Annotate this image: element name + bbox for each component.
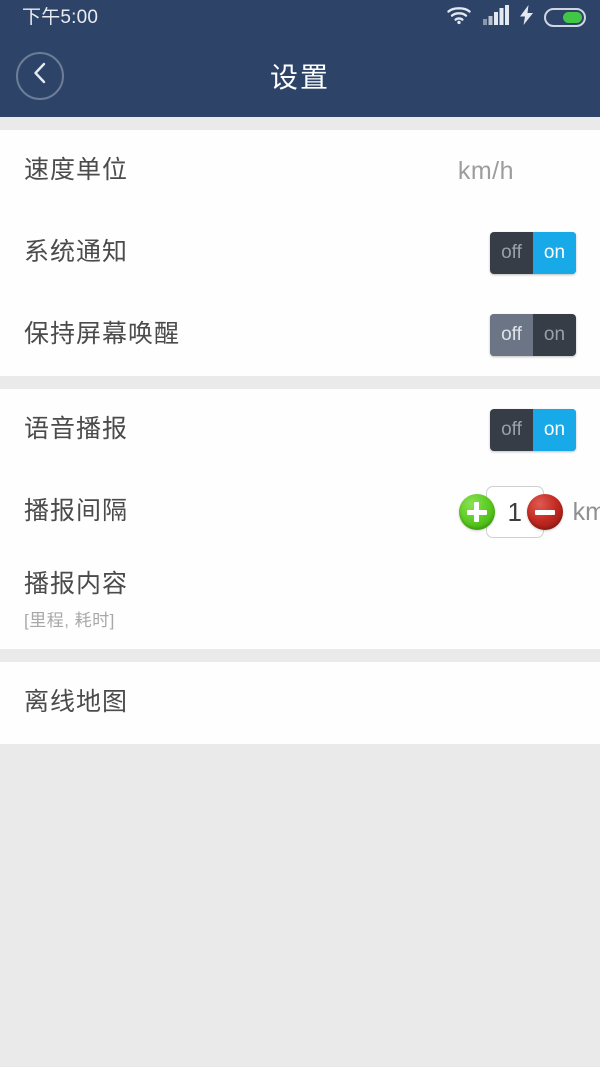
battery-level-fill (563, 11, 582, 23)
speed-unit-value: km/h (457, 156, 514, 185)
minus-circle-icon[interactable] (526, 494, 563, 530)
toggle-off-segment[interactable]: off (490, 314, 533, 356)
keep-screen-awake-toggle[interactable]: off on (490, 314, 576, 356)
row-label: 速度单位 (24, 156, 129, 185)
system-notification-toggle[interactable]: off on (490, 232, 576, 274)
toggle-off-segment[interactable]: off (490, 232, 533, 274)
row-label: 保持屏幕唤醒 (24, 320, 181, 349)
toggle-on-segment[interactable]: on (533, 314, 576, 356)
plus-circle-icon[interactable] (458, 494, 495, 530)
row-label: 语音播报 (24, 415, 129, 444)
row-label: 系统通知 (24, 238, 129, 267)
settings-screen: 下午5:00 设置 速度单位 km/h 系统通知 off on 保持屏幕唤醒 o… (0, 0, 600, 1067)
signal-icon (483, 4, 509, 30)
row-keep-screen-awake[interactable]: 保持屏幕唤醒 off on (0, 294, 600, 376)
row-keep-screen-awake-labels: 保持屏幕唤醒 (24, 321, 180, 349)
title-bar: 设置 (0, 34, 600, 117)
row-broadcast-interval[interactable]: 播报间隔 1 km (0, 471, 600, 553)
row-offline-map-labels: 离线地图 (24, 689, 128, 717)
row-speed-unit[interactable]: 速度单位 km/h (0, 130, 600, 212)
toggle-on-segment[interactable]: on (533, 409, 576, 451)
back-button[interactable] (16, 51, 64, 100)
row-label: 离线地图 (24, 688, 129, 717)
battery-icon (544, 7, 586, 27)
settings-group-general: 速度单位 km/h 系统通知 off on 保持屏幕唤醒 off on (0, 130, 600, 376)
row-sublabel: [里程, 耗时] (24, 610, 115, 630)
status-bar: 下午5:00 (0, 0, 600, 34)
broadcast-interval-unit: km (572, 497, 600, 526)
toggle-on-segment[interactable]: on (533, 232, 576, 274)
row-voice-broadcast[interactable]: 语音播报 off on (0, 389, 600, 471)
status-time: 下午5:00 (22, 6, 99, 28)
row-label: 播报间隔 (24, 497, 129, 526)
toggle-off-segment[interactable]: off (490, 409, 533, 451)
row-label: 播报内容 (24, 570, 129, 599)
row-broadcast-interval-labels: 播报间隔 (24, 498, 128, 526)
row-system-notification-labels: 系统通知 (24, 239, 128, 267)
status-icons (446, 4, 586, 30)
settings-group-map: 离线地图 (0, 662, 600, 744)
row-broadcast-content[interactable]: 播报内容 [里程, 耗时] (0, 553, 600, 649)
broadcast-interval-stepper: 1 km (458, 486, 600, 538)
row-broadcast-content-labels: 播报内容 [里程, 耗时] (24, 571, 128, 631)
wifi-icon (446, 5, 472, 30)
page-title: 设置 (269, 61, 330, 93)
row-speed-unit-labels: 速度单位 (24, 157, 128, 185)
row-offline-map[interactable]: 离线地图 (0, 662, 600, 744)
row-voice-broadcast-labels: 语音播报 (24, 416, 128, 444)
voice-broadcast-toggle[interactable]: off on (490, 409, 576, 451)
charging-bolt-icon (520, 4, 533, 30)
section-gap-top (0, 117, 600, 130)
chevron-left-icon (30, 61, 50, 90)
row-system-notification[interactable]: 系统通知 off on (0, 212, 600, 294)
section-gap-map (0, 649, 600, 662)
settings-group-voice: 语音播报 off on 播报间隔 1 km 播报内容 [里程, 耗时] (0, 389, 600, 649)
section-gap-voice (0, 376, 600, 389)
